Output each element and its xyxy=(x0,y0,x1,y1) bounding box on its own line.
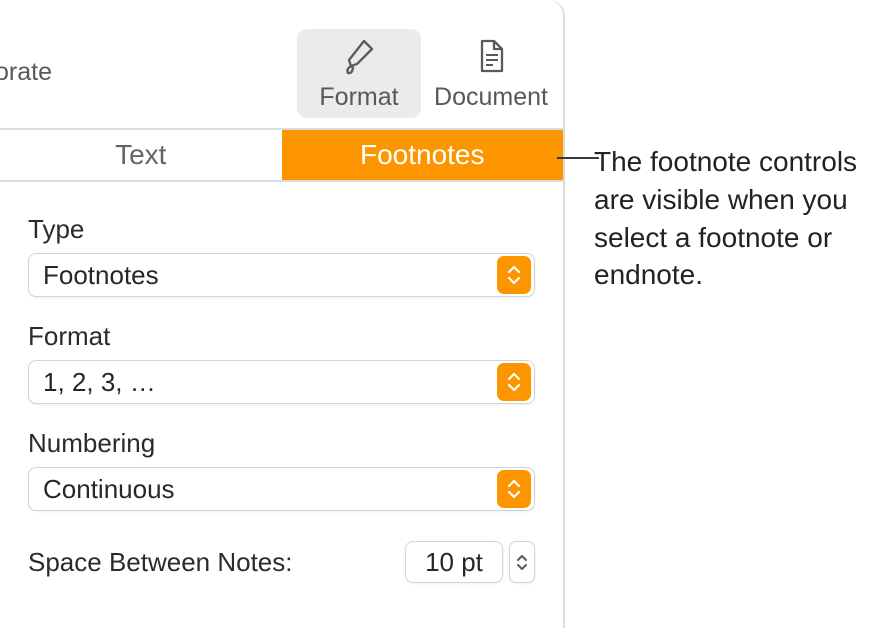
chevron-up-down-icon xyxy=(497,256,531,294)
format-field-group: Format 1, 2, 3, … xyxy=(28,321,535,404)
tab-footnotes-label: Footnotes xyxy=(360,139,485,171)
callout-text: The footnote controls are visible when y… xyxy=(594,143,894,294)
collaborate-label-fragment: orate xyxy=(0,58,52,87)
stepper-arrows[interactable] xyxy=(509,541,535,583)
format-value: 1, 2, 3, … xyxy=(43,367,156,398)
type-field-group: Type Footnotes xyxy=(28,214,535,297)
numbering-label: Numbering xyxy=(28,428,535,459)
format-button[interactable]: Format xyxy=(297,29,421,118)
tab-text-label: Text xyxy=(115,139,166,171)
document-label: Document xyxy=(434,83,548,112)
tab-footnotes[interactable]: Footnotes xyxy=(282,130,564,180)
format-label: Format xyxy=(319,83,398,112)
space-stepper: 10 pt xyxy=(405,541,535,583)
format-label: Format xyxy=(28,321,535,352)
document-button[interactable]: Document xyxy=(429,29,553,118)
numbering-popup[interactable]: Continuous xyxy=(28,467,535,511)
chevron-up-icon xyxy=(516,554,528,562)
chevron-up-down-icon xyxy=(497,363,531,401)
type-popup[interactable]: Footnotes xyxy=(28,253,535,297)
toolbar: orate Format Document xyxy=(0,0,563,130)
type-label: Type xyxy=(28,214,535,245)
footnotes-content: Type Footnotes Format 1, 2, 3, … Numberi… xyxy=(0,182,563,615)
numbering-value: Continuous xyxy=(43,474,175,505)
toolbar-items: Format Document xyxy=(297,29,553,118)
numbering-field-group: Numbering Continuous xyxy=(28,428,535,511)
space-label: Space Between Notes: xyxy=(28,547,293,578)
callout-leader-line xyxy=(557,157,599,159)
tab-text[interactable]: Text xyxy=(0,130,282,180)
chevron-down-icon xyxy=(516,563,528,571)
type-value: Footnotes xyxy=(43,260,159,291)
format-popup[interactable]: 1, 2, 3, … xyxy=(28,360,535,404)
space-value-input[interactable]: 10 pt xyxy=(405,541,503,583)
inspector-panel: orate Format Document Text Footnotes xyxy=(0,0,565,628)
space-value: 10 pt xyxy=(425,547,483,578)
document-icon xyxy=(470,35,512,77)
paintbrush-icon xyxy=(338,35,380,77)
chevron-up-down-icon xyxy=(497,470,531,508)
inspector-tabs: Text Footnotes xyxy=(0,130,563,182)
space-between-notes-row: Space Between Notes: 10 pt xyxy=(28,541,535,583)
